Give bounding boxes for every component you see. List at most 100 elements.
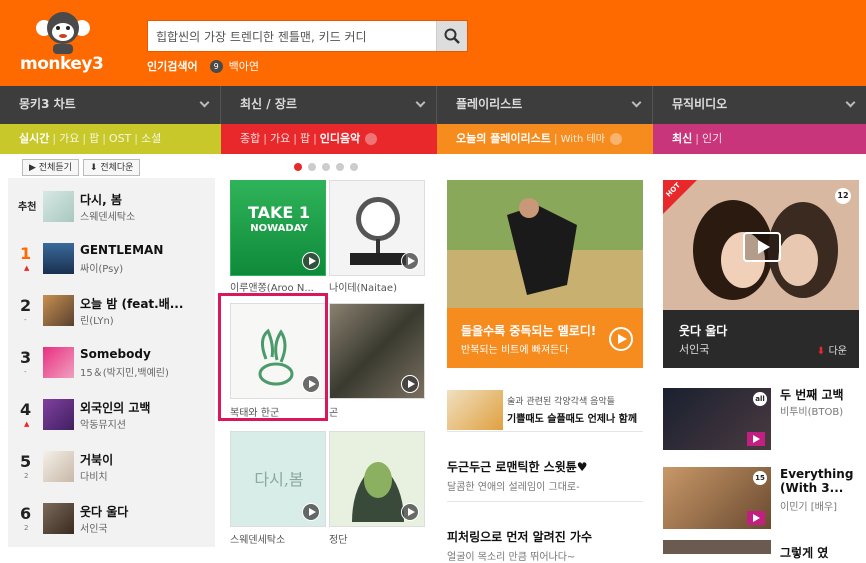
download-button[interactable]: ⬇ 다운 [817,342,847,357]
nav-playlist[interactable]: 플레이리스트 [437,86,653,124]
mv-feature[interactable]: HOT 12 웃다 울다 서인국 ⬇ 다운 [663,180,859,368]
play-button[interactable] [743,232,781,262]
album-cover[interactable]: 다시,봄 [230,431,326,527]
tab-social[interactable]: 소셜 [141,132,161,145]
album-artist[interactable]: 스웨덴세탁소 [230,531,326,546]
song-artist[interactable]: 싸이(Psy) [80,260,123,275]
mv-title[interactable]: 그렇게 였 [780,544,828,561]
album-thumb[interactable] [43,347,74,378]
play-icon[interactable] [401,503,419,521]
nav-genre[interactable]: 최신 / 장르 [221,86,437,124]
play-all-button[interactable]: ▶ 전체듣기 [22,159,79,176]
main-nav: 몽키3 차트 최신 / 장르 플레이리스트 뮤직비디오 [0,86,866,124]
download-all-button[interactable]: ⬇ 전체다운 [82,159,141,176]
carousel-dot[interactable] [350,163,358,171]
mv-title[interactable]: 두 번째 고백 [780,386,844,403]
album-artist[interactable]: 정단 [329,531,425,546]
playlist-banner[interactable]: 들을수록 중독되는 멜로디! 반복되는 비트에 빠져든다 [447,308,643,368]
song-title[interactable]: 외국인의 고백 [80,399,210,416]
playlist-side-item[interactable]: 술과 관련된 각양각색 음악들 기쁠때도 슬플때도 언제나 함께 [447,388,643,432]
chevron-down-icon[interactable] [609,133,622,145]
album-thumb[interactable] [43,295,74,326]
song-title[interactable]: 웃다 울다 [80,503,210,520]
album-cover[interactable] [329,180,425,276]
nav-chart-label: 몽키3 차트 [19,97,76,111]
album-thumb[interactable] [43,399,74,430]
carousel-dot[interactable] [294,163,302,171]
playlist-subtitle: 반복되는 비트에 빠져든다 [461,345,569,356]
play-button[interactable] [609,327,633,351]
album-artist[interactable]: 곤 [329,404,425,419]
nav-mv[interactable]: 뮤직비디오 [653,86,866,124]
play-icon[interactable] [401,252,419,270]
play-icon[interactable] [747,432,765,446]
playlist-feature[interactable]: 들을수록 중독되는 멜로디! 반복되는 비트에 빠져든다 [447,180,643,368]
search-button[interactable] [436,21,467,51]
carousel-dot[interactable] [336,163,344,171]
album-cover[interactable]: TAKE 1 NOWADAY [230,180,326,276]
tab-latest[interactable]: 최신 [672,132,692,145]
tab-genre-kpop[interactable]: 가요 [270,132,290,145]
mv-artist[interactable]: 서인국 [679,341,709,357]
mv-thumb[interactable] [663,540,771,554]
song-title[interactable]: Somebody [80,347,210,361]
chart-row[interactable]: 3 - Somebody 15＆(박지민,백예린) [8,334,215,392]
play-icon[interactable] [747,511,765,525]
tab-all[interactable]: 종합 [240,132,260,145]
carousel-dot[interactable] [308,163,316,171]
album-thumb[interactable] [43,451,74,482]
album-thumb[interactable] [43,191,74,222]
tab-realtime[interactable]: 실시간 [19,132,49,145]
mv-artist[interactable]: 비투비(BTOB) [780,403,843,418]
song-title[interactable]: 거북이 [80,451,210,468]
tab-theme[interactable]: With 테마 [561,134,605,145]
mv-title[interactable]: Everything (With 3... [780,467,860,495]
album-cover-title: 다시,봄 [254,470,304,489]
play-icon[interactable] [401,375,419,393]
chart-row[interactable]: 1 ▲ GENTLEMAN 싸이(Psy) [8,230,215,288]
tab-pop[interactable]: 팝 [89,132,99,145]
chart-row[interactable]: 6 2 웃다 울다 서인국 [8,490,215,548]
song-artist[interactable]: 악동뮤지션 [80,416,126,431]
song-artist[interactable]: 린(LYn) [80,312,114,327]
playlist-item[interactable]: 두근두근 로맨틱한 스윗튠♥ 달콤한 연애의 설레임이 그대로- [447,458,643,502]
album-artist[interactable]: 이루앤쫑(Aroo N... [230,279,326,294]
mv-thumb[interactable]: 15 [663,467,771,529]
play-icon[interactable] [302,503,320,521]
search-input[interactable] [148,21,437,51]
mv-title[interactable]: 웃다 울다 [679,322,727,339]
song-title[interactable]: 오늘 밤 (feat.배... [80,295,210,312]
song-artist[interactable]: 스웨덴세탁소 [80,208,135,223]
tab-genre-pop[interactable]: 팝 [300,132,310,145]
song-title[interactable]: GENTLEMAN [80,243,210,257]
song-title[interactable]: 다시, 봄 [80,191,210,208]
nav-chart[interactable]: 몽키3 차트 [0,86,221,124]
tab-popular[interactable]: 인기 [702,132,722,145]
album-artist[interactable]: 나이테(Naitae) [329,279,425,294]
chevron-down-icon[interactable] [365,133,378,145]
playlist-photo [447,180,643,308]
play-icon[interactable] [302,252,320,270]
chart-row[interactable]: 5 2 거북이 다비치 [8,438,215,496]
song-artist[interactable]: 다비치 [80,468,108,483]
tab-kpop[interactable]: 가요 [59,132,79,145]
album-cover[interactable] [329,303,425,399]
mv-caption: 웃다 울다 서인국 ⬇ 다운 [663,310,859,368]
song-artist[interactable]: 15＆(박지민,백예린) [80,364,169,379]
carousel-dot[interactable] [322,163,330,171]
chart-row[interactable]: 4 ▲ 외국인의 고백 악동뮤지션 [8,386,215,444]
search-icon [444,28,460,44]
chart-row[interactable]: 2 - 오늘 밤 (feat.배... 린(LYn) [8,282,215,340]
site-logo[interactable]: monkey3 [20,8,110,78]
mv-artist[interactable]: 이민기 [배우] [780,498,837,513]
mv-thumb[interactable]: all [663,388,771,450]
tab-ost[interactable]: OST [109,132,131,145]
song-artist[interactable]: 서인국 [80,520,108,535]
album-cover[interactable] [329,431,425,527]
tab-indie[interactable]: 인디음악 [320,132,360,145]
tab-today-playlist[interactable]: 오늘의 플레이리스트 [456,132,551,145]
popular-keyword[interactable]: 백아연 [229,58,259,74]
album-thumb[interactable] [43,243,74,274]
album-thumb[interactable] [43,503,74,534]
chart-row[interactable]: 추천 다시, 봄 스웨덴세탁소 [8,178,215,236]
